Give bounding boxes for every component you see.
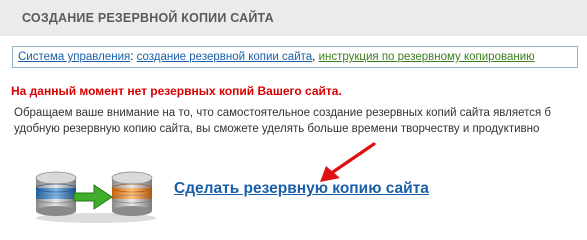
page-header: СОЗДАНИЕ РЕЗЕРВНОЙ КОПИИ САЙТА [0,0,587,36]
backup-instructions-link[interactable]: инструкция по резервному копированию [319,51,535,63]
no-backups-alert: На данный момент нет резервных копий Ваш… [11,84,342,98]
page-title: СОЗДАНИЕ РЕЗЕРВНОЙ КОПИИ САЙТА [22,11,274,25]
breadcrumb-separator: , [312,51,316,63]
red-arrow-icon [320,142,376,182]
breadcrumb-separator: : [130,51,134,63]
breadcrumb-control-panel-link[interactable]: Система управления [18,51,130,63]
info-paragraph: Обращаем ваше внимание на то, что самост… [14,105,587,137]
breadcrumb: Система управления: создание резервной к… [12,46,578,68]
breadcrumb-create-backup-link[interactable]: создание резервной копии сайта [137,51,313,63]
info-paragraph-line: Обращаем ваше внимание на то, что самост… [14,107,551,119]
database-copy-icon [35,171,156,223]
info-paragraph-line: удобную резервную копию сайта, вы сможет… [14,123,540,135]
